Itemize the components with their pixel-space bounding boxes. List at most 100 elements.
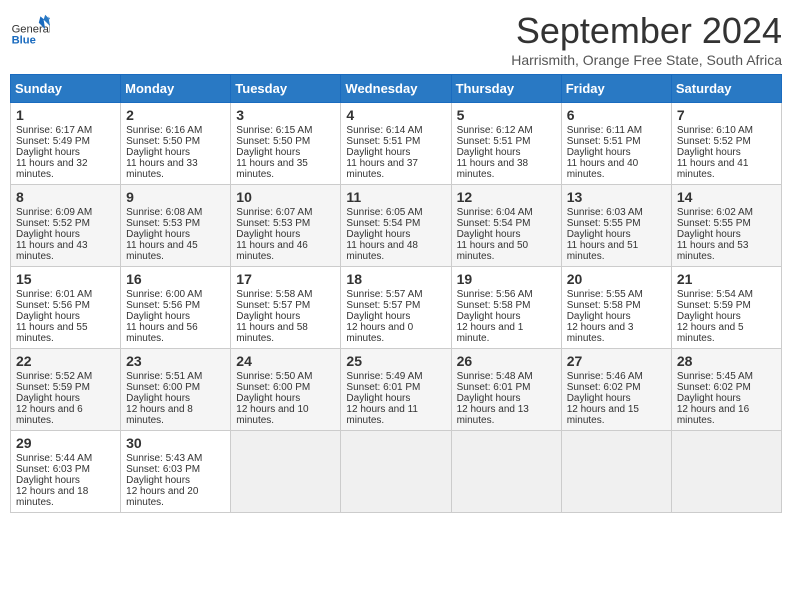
sunset-text: Sunset: 5:53 PM bbox=[236, 218, 310, 229]
daylight-duration: 12 hours and 16 minutes. bbox=[677, 404, 749, 426]
calendar-cell: 9Sunrise: 6:08 AMSunset: 5:53 PMDaylight… bbox=[121, 185, 231, 267]
calendar-cell: 13Sunrise: 6:03 AMSunset: 5:55 PMDayligh… bbox=[561, 185, 671, 267]
calendar-cell: 2Sunrise: 6:16 AMSunset: 5:50 PMDaylight… bbox=[121, 103, 231, 185]
sunset-text: Sunset: 5:59 PM bbox=[16, 382, 90, 393]
sunset-text: Sunset: 5:49 PM bbox=[16, 136, 90, 147]
calendar-cell: 25Sunrise: 5:49 AMSunset: 6:01 PMDayligh… bbox=[341, 349, 451, 431]
daylight-duration: 11 hours and 56 minutes. bbox=[126, 322, 198, 344]
sunrise-text: Sunrise: 5:48 AM bbox=[457, 371, 533, 382]
sunrise-text: Sunrise: 6:07 AM bbox=[236, 207, 312, 218]
daylight-duration: 11 hours and 38 minutes. bbox=[457, 158, 529, 180]
daylight-duration: 11 hours and 45 minutes. bbox=[126, 240, 198, 262]
daylight-label: Daylight hours bbox=[567, 311, 631, 322]
calendar-cell: 15Sunrise: 6:01 AMSunset: 5:56 PMDayligh… bbox=[11, 267, 121, 349]
day-number: 2 bbox=[126, 107, 225, 123]
sunset-text: Sunset: 6:03 PM bbox=[16, 464, 90, 475]
daylight-label: Daylight hours bbox=[16, 147, 80, 158]
calendar-cell: 12Sunrise: 6:04 AMSunset: 5:54 PMDayligh… bbox=[451, 185, 561, 267]
sunrise-text: Sunrise: 5:52 AM bbox=[16, 371, 92, 382]
sunset-text: Sunset: 5:56 PM bbox=[126, 300, 200, 311]
calendar-cell: 11Sunrise: 6:05 AMSunset: 5:54 PMDayligh… bbox=[341, 185, 451, 267]
calendar-cell: 27Sunrise: 5:46 AMSunset: 6:02 PMDayligh… bbox=[561, 349, 671, 431]
sunset-text: Sunset: 6:02 PM bbox=[677, 382, 751, 393]
daylight-label: Daylight hours bbox=[16, 475, 80, 486]
daylight-duration: 11 hours and 37 minutes. bbox=[346, 158, 418, 180]
calendar-cell: 28Sunrise: 5:45 AMSunset: 6:02 PMDayligh… bbox=[671, 349, 781, 431]
day-number: 27 bbox=[567, 353, 666, 369]
sunset-text: Sunset: 5:50 PM bbox=[236, 136, 310, 147]
daylight-label: Daylight hours bbox=[16, 311, 80, 322]
weekday-sunday: Sunday bbox=[11, 75, 121, 103]
day-number: 30 bbox=[126, 435, 225, 451]
day-number: 21 bbox=[677, 271, 776, 287]
daylight-duration: 11 hours and 58 minutes. bbox=[236, 322, 308, 344]
calendar-cell: 17Sunrise: 5:58 AMSunset: 5:57 PMDayligh… bbox=[231, 267, 341, 349]
daylight-duration: 12 hours and 6 minutes. bbox=[16, 404, 83, 426]
daylight-label: Daylight hours bbox=[457, 393, 521, 404]
daylight-label: Daylight hours bbox=[457, 147, 521, 158]
calendar-cell: 24Sunrise: 5:50 AMSunset: 6:00 PMDayligh… bbox=[231, 349, 341, 431]
daylight-duration: 12 hours and 8 minutes. bbox=[126, 404, 193, 426]
sunrise-text: Sunrise: 6:10 AM bbox=[677, 125, 753, 136]
calendar-cell: 1 Sunrise: 6:17 AMSunset: 5:49 PMDaylight… bbox=[11, 103, 121, 185]
day-number: 12 bbox=[457, 189, 556, 205]
day-number: 25 bbox=[346, 353, 445, 369]
daylight-label: Daylight hours bbox=[16, 393, 80, 404]
calendar-cell: 21Sunrise: 5:54 AMSunset: 5:59 PMDayligh… bbox=[671, 267, 781, 349]
day-number: 6 bbox=[567, 107, 666, 123]
day-number: 1 bbox=[16, 107, 115, 123]
calendar-cell: 8Sunrise: 6:09 AMSunset: 5:52 PMDaylight… bbox=[11, 185, 121, 267]
day-number: 11 bbox=[346, 189, 445, 205]
calendar-cell bbox=[561, 431, 671, 513]
sunrise-text: Sunrise: 5:46 AM bbox=[567, 371, 643, 382]
sunrise-text: Sunrise: 6:17 AM bbox=[16, 125, 92, 136]
day-number: 14 bbox=[677, 189, 776, 205]
calendar-week-1: 1Sunrise: 6:17 AMSunset: 5:49 PMDaylight… bbox=[11, 103, 782, 185]
daylight-label: Daylight hours bbox=[457, 229, 521, 240]
day-number: 26 bbox=[457, 353, 556, 369]
daylight-duration: 12 hours and 13 minutes. bbox=[457, 404, 529, 426]
sunset-text: Sunset: 5:55 PM bbox=[567, 218, 641, 229]
daylight-duration: 11 hours and 41 minutes. bbox=[677, 158, 749, 180]
calendar-cell: 4Sunrise: 6:14 AMSunset: 5:51 PMDaylight… bbox=[341, 103, 451, 185]
day-number: 17 bbox=[236, 271, 335, 287]
daylight-duration: 11 hours and 55 minutes. bbox=[16, 322, 88, 344]
daylight-label: Daylight hours bbox=[126, 475, 190, 486]
sunset-text: Sunset: 5:57 PM bbox=[236, 300, 310, 311]
daylight-label: Daylight hours bbox=[677, 311, 741, 322]
day-number: 5 bbox=[457, 107, 556, 123]
calendar-cell: 5Sunrise: 6:12 AMSunset: 5:51 PMDaylight… bbox=[451, 103, 561, 185]
sunrise-text: Sunrise: 6:16 AM bbox=[126, 125, 202, 136]
daylight-duration: 11 hours and 33 minutes. bbox=[126, 158, 198, 180]
daylight-duration: 11 hours and 35 minutes. bbox=[236, 158, 308, 180]
daylight-label: Daylight hours bbox=[346, 229, 410, 240]
sunset-text: Sunset: 6:01 PM bbox=[346, 382, 420, 393]
month-title: September 2024 bbox=[511, 10, 782, 52]
daylight-duration: 11 hours and 51 minutes. bbox=[567, 240, 639, 262]
logo: General Blue bbox=[10, 10, 50, 50]
calendar-cell bbox=[341, 431, 451, 513]
day-number: 7 bbox=[677, 107, 776, 123]
sunset-text: Sunset: 5:50 PM bbox=[126, 136, 200, 147]
daylight-label: Daylight hours bbox=[567, 393, 631, 404]
sunrise-text: Sunrise: 6:04 AM bbox=[457, 207, 533, 218]
sunrise-text: Sunrise: 6:14 AM bbox=[346, 125, 422, 136]
weekday-monday: Monday bbox=[121, 75, 231, 103]
calendar-cell: 18Sunrise: 5:57 AMSunset: 5:57 PMDayligh… bbox=[341, 267, 451, 349]
daylight-label: Daylight hours bbox=[567, 229, 631, 240]
calendar-week-5: 29Sunrise: 5:44 AMSunset: 6:03 PMDayligh… bbox=[11, 431, 782, 513]
calendar-cell: 29Sunrise: 5:44 AMSunset: 6:03 PMDayligh… bbox=[11, 431, 121, 513]
daylight-duration: 11 hours and 50 minutes. bbox=[457, 240, 529, 262]
day-number: 9 bbox=[126, 189, 225, 205]
daylight-duration: 12 hours and 3 minutes. bbox=[567, 322, 634, 344]
sunrise-text: Sunrise: 5:58 AM bbox=[236, 289, 312, 300]
daylight-duration: 11 hours and 40 minutes. bbox=[567, 158, 639, 180]
calendar-cell: 14Sunrise: 6:02 AMSunset: 5:55 PMDayligh… bbox=[671, 185, 781, 267]
calendar-cell: 7Sunrise: 6:10 AMSunset: 5:52 PMDaylight… bbox=[671, 103, 781, 185]
day-number: 23 bbox=[126, 353, 225, 369]
day-number: 29 bbox=[16, 435, 115, 451]
sunset-text: Sunset: 6:03 PM bbox=[126, 464, 200, 475]
calendar-cell: 30Sunrise: 5:43 AMSunset: 6:03 PMDayligh… bbox=[121, 431, 231, 513]
calendar-week-2: 8Sunrise: 6:09 AMSunset: 5:52 PMDaylight… bbox=[11, 185, 782, 267]
sunrise-text: Sunrise: 6:02 AM bbox=[677, 207, 753, 218]
